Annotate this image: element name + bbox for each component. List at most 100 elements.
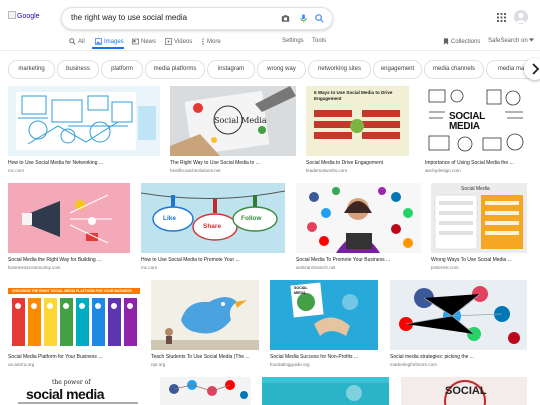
image-result[interactable]: Social Media the Right Way for Building … xyxy=(8,183,130,273)
chip[interactable]: networking sites xyxy=(308,60,371,79)
video-icon xyxy=(165,38,172,45)
result-title[interactable]: Importance of Using Social Media the ... xyxy=(425,160,525,166)
image-result[interactable]: Social Media Wrong Ways To Use Social Me… xyxy=(431,183,527,273)
chip[interactable]: business xyxy=(57,60,99,79)
result-source: webzanzsearch.net xyxy=(296,265,336,270)
search-tabs: All Images News Videos More Settings Too… xyxy=(0,34,540,54)
result-title[interactable]: Social media strategies: picking the ... xyxy=(390,354,525,360)
image-result[interactable]: Social media strategies: picking the ...… xyxy=(390,280,527,370)
search-icon[interactable] xyxy=(314,13,325,24)
thumbnail-text: Share xyxy=(203,223,222,230)
chip[interactable]: engagement xyxy=(373,60,422,79)
result-title[interactable]: How to Use Social Media to Promote Your … xyxy=(141,257,283,263)
result-source: mc.com xyxy=(8,168,25,173)
result-source: marketingforlmore.com xyxy=(390,362,437,367)
chip[interactable]: media platforms xyxy=(145,60,205,79)
collections-link[interactable]: Collections xyxy=(443,38,480,45)
safesearch-toggle[interactable]: SafeSearch on xyxy=(488,38,536,44)
result-thumbnail[interactable] xyxy=(8,86,160,156)
tab-more[interactable]: More xyxy=(201,38,221,45)
thumbnail-text: SOCIAL MEDIA xyxy=(294,286,308,295)
chip[interactable]: instagram xyxy=(207,60,255,79)
result-title[interactable]: The Right Way to Use Social Media to ... xyxy=(170,160,294,166)
tab-images[interactable]: Images xyxy=(95,38,124,45)
image-result[interactable]: Social Media To Promote Your Business ..… xyxy=(296,183,421,273)
result-thumbnail[interactable] xyxy=(160,377,251,405)
apps-icon[interactable] xyxy=(497,13,506,22)
result-title[interactable]: Social Media the Right Way for Building … xyxy=(8,257,128,263)
tab-all-label: All xyxy=(78,39,85,45)
image-result[interactable]: Like Share Follow How to Use Social Medi… xyxy=(141,183,285,273)
result-source: us.ascira.org xyxy=(8,362,35,367)
settings-link[interactable]: Settings xyxy=(282,38,304,44)
chip[interactable]: marketing xyxy=(8,60,55,79)
result-source: healthcoachsolutions.net xyxy=(170,168,221,173)
chevron-right-icon xyxy=(532,63,540,75)
result-title[interactable]: How to Use Social Media for Networking .… xyxy=(8,160,158,166)
result-title[interactable]: Teach Students To Use Social Media (The … xyxy=(151,354,257,360)
image-result[interactable]: How to Use Social Media for Networking .… xyxy=(8,86,160,176)
related-chips: marketing business platform media platfo… xyxy=(0,58,540,82)
thumbnail-text: SOCIAL xyxy=(445,385,487,397)
result-thumbnail[interactable] xyxy=(296,183,421,253)
result-thumbnail[interactable] xyxy=(270,280,378,350)
image-result[interactable]: the power of social media xyxy=(8,377,148,405)
camera-icon[interactable] xyxy=(280,13,291,24)
result-source: business2community.com xyxy=(8,265,61,270)
broken-image-icon xyxy=(8,11,16,19)
chip[interactable]: media channels xyxy=(424,60,484,79)
image-result[interactable] xyxy=(262,377,389,405)
image-result[interactable]: 6 Ways to Use Social Media to Drive Enga… xyxy=(306,86,409,176)
avatar[interactable] xyxy=(514,10,528,24)
chevron-down-icon xyxy=(528,38,534,42)
tab-news-label: News xyxy=(141,39,157,45)
result-thumbnail[interactable] xyxy=(431,183,527,253)
logo-alt-text: Google xyxy=(17,13,40,20)
tab-news[interactable]: News xyxy=(132,38,156,45)
result-thumbnail[interactable] xyxy=(8,183,130,253)
thumbnail-text: social media xyxy=(26,386,105,402)
result-title[interactable]: Social Media To Promote Your Business ..… xyxy=(296,257,419,263)
header-divider xyxy=(0,50,540,51)
thumbnail-text: the power of xyxy=(52,379,91,386)
tools-link[interactable]: Tools xyxy=(312,38,326,44)
safesearch-label: SafeSearch on xyxy=(488,38,528,44)
image-result[interactable]: SOCIAL MEDIA Social Media Success for No… xyxy=(270,280,378,370)
image-result[interactable] xyxy=(160,377,251,405)
chip[interactable]: wrong way xyxy=(257,60,306,79)
search-box[interactable]: the right way to use social media xyxy=(61,7,333,30)
google-logo[interactable]: Google xyxy=(8,11,40,20)
thumbnail-text: CHOOSING THE RIGHT SOCIAL MEDIA PLATFORM… xyxy=(12,289,132,293)
image-result[interactable]: Social Media The Right Way to Use Social… xyxy=(170,86,296,176)
chip[interactable]: platform xyxy=(101,60,143,79)
result-source: mc.com xyxy=(141,265,158,270)
thumbnail-text: Like xyxy=(163,215,177,222)
result-thumbnail[interactable] xyxy=(262,377,389,405)
active-tab-indicator xyxy=(92,47,124,49)
result-source: fourdatingguide.org xyxy=(270,362,310,367)
result-thumbnail[interactable] xyxy=(151,280,259,350)
result-title[interactable]: Wrong Ways To Use Social Media ... xyxy=(431,257,527,263)
thumbnail-text: SOCIAL MEDIA xyxy=(449,111,485,132)
result-source: leadernetworks.com xyxy=(306,168,348,173)
tab-videos[interactable]: Videos xyxy=(165,38,192,45)
more-vert-icon xyxy=(202,38,204,45)
result-thumbnail[interactable] xyxy=(390,280,527,350)
tab-all[interactable]: All xyxy=(69,38,85,45)
news-icon xyxy=(132,38,139,45)
search-icon xyxy=(69,38,76,45)
image-result[interactable]: SOCIAL MEDIA Importance of Using Social … xyxy=(425,86,527,176)
collections-label: Collections xyxy=(451,39,481,45)
image-result[interactable]: CHOOSING THE RIGHT SOCIAL MEDIA PLATFORM… xyxy=(8,280,140,370)
tab-videos-label: Videos xyxy=(174,39,193,45)
result-title[interactable]: Social Media Success for Non-Profits ... xyxy=(270,354,376,360)
search-input[interactable]: the right way to use social media xyxy=(71,13,187,22)
result-title[interactable]: Social Media Platform for Your Business … xyxy=(8,354,138,360)
thumbnail-text: Social Media xyxy=(461,186,490,192)
image-result[interactable]: SOCIAL xyxy=(401,377,527,405)
user-icon xyxy=(516,12,526,23)
mic-icon[interactable] xyxy=(298,13,309,24)
result-title[interactable]: Social Media to Drive Engagement xyxy=(306,160,407,166)
image-result[interactable]: Teach Students To Use Social Media (The … xyxy=(151,280,259,370)
chips-next-button[interactable] xyxy=(524,58,540,80)
